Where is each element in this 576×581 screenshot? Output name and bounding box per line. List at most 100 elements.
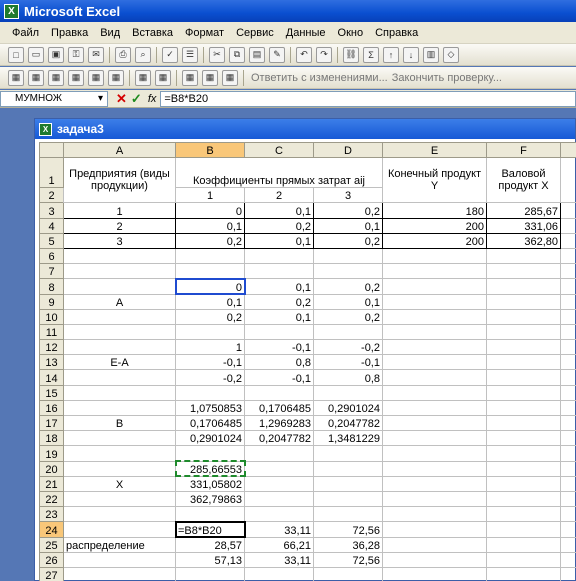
cell[interactable]: 0,2901024 — [313, 399, 383, 417]
cell[interactable] — [486, 430, 561, 447]
cell[interactable] — [63, 278, 176, 295]
insert-function-icon[interactable]: fx — [148, 93, 157, 105]
hyperlink-icon[interactable]: ⛓ — [343, 46, 359, 63]
select-all-corner[interactable] — [39, 141, 64, 159]
cell[interactable]: 57,13 — [175, 551, 245, 568]
cell[interactable]: 0,2 — [313, 308, 383, 325]
cell[interactable] — [63, 263, 176, 280]
cell[interactable]: 0,1 — [313, 217, 383, 234]
cell[interactable] — [63, 369, 176, 386]
cell[interactable] — [560, 490, 576, 508]
cell[interactable] — [175, 384, 245, 401]
review-icon[interactable]: ▦ — [48, 69, 64, 86]
row-header[interactable]: 16 — [39, 399, 64, 417]
email-icon[interactable]: ✉ — [88, 46, 104, 63]
cell[interactable]: 0,2047782 — [313, 414, 383, 432]
cell[interactable] — [63, 506, 176, 523]
cell[interactable]: 1 — [175, 339, 245, 356]
cell[interactable] — [244, 506, 314, 523]
cell[interactable] — [382, 551, 487, 568]
cell[interactable] — [560, 430, 576, 447]
cell[interactable] — [382, 263, 487, 280]
cell[interactable] — [63, 247, 176, 265]
row-header[interactable]: 23 — [39, 506, 64, 523]
cell[interactable] — [382, 475, 487, 492]
cell[interactable] — [486, 445, 561, 462]
cell[interactable] — [560, 536, 576, 553]
cell[interactable] — [560, 339, 576, 356]
cell[interactable]: 0,1706485 — [244, 399, 314, 417]
menu-item[interactable]: Формат — [179, 27, 230, 39]
cell[interactable]: 1 — [63, 202, 176, 219]
end-review-button[interactable]: Закончить проверку... — [392, 72, 502, 84]
cell[interactable] — [486, 384, 561, 401]
row-header[interactable]: 9 — [39, 293, 64, 310]
cell[interactable]: 0,1 — [244, 202, 314, 219]
cell[interactable] — [313, 263, 383, 280]
cell[interactable]: 285,67 — [486, 202, 561, 219]
cell[interactable]: 200 — [382, 217, 487, 234]
cell[interactable]: 33,11 — [244, 551, 314, 568]
autosum-icon[interactable]: Σ — [363, 46, 379, 63]
print-preview-icon[interactable]: ⌕ — [135, 46, 151, 63]
cell[interactable] — [313, 506, 383, 523]
cell[interactable] — [382, 399, 487, 417]
cell[interactable] — [63, 339, 176, 356]
menu-item[interactable]: Данные — [280, 27, 332, 39]
cell[interactable]: =B8*B20 — [174, 520, 246, 539]
row-header[interactable]: 7 — [39, 263, 64, 280]
copy-icon[interactable]: ⧉ — [229, 46, 245, 63]
cell[interactable] — [382, 293, 487, 310]
cell[interactable]: Конечный продукт Y — [382, 157, 487, 204]
open-icon[interactable]: ▭ — [28, 46, 44, 63]
cell[interactable] — [486, 414, 561, 432]
cell[interactable]: 2 — [63, 217, 176, 234]
cell[interactable] — [175, 247, 245, 265]
cell[interactable]: 28,57 — [175, 536, 245, 553]
cell[interactable] — [486, 536, 561, 553]
column-header[interactable] — [560, 141, 576, 159]
row-header[interactable]: 27 — [39, 566, 64, 581]
cell[interactable]: 3 — [63, 232, 176, 249]
cell[interactable]: 0,2901024 — [175, 430, 245, 447]
cell[interactable]: -0,1 — [313, 354, 383, 371]
paste-icon[interactable]: ▤ — [249, 46, 265, 63]
cell[interactable]: 285,66553 — [174, 460, 246, 478]
cell[interactable]: 33,11 — [244, 521, 314, 538]
review-icon[interactable]: ▦ — [182, 69, 198, 86]
cell[interactable]: 36,28 — [313, 536, 383, 553]
cell[interactable] — [382, 384, 487, 401]
cell[interactable]: 1,0750853 — [175, 399, 245, 417]
menu-item[interactable]: Сервис — [230, 27, 280, 39]
cell[interactable] — [560, 293, 576, 310]
cell[interactable] — [560, 521, 576, 538]
review-icon[interactable]: ▦ — [155, 69, 171, 86]
cell[interactable] — [560, 460, 576, 477]
cell[interactable] — [63, 566, 176, 581]
cell[interactable] — [486, 506, 561, 523]
menu-item[interactable]: Вставка — [126, 27, 179, 39]
cell[interactable] — [560, 323, 576, 341]
cell[interactable] — [244, 323, 314, 341]
cell[interactable]: Валовой продукт X — [486, 157, 561, 204]
cell[interactable]: 0,8 — [244, 354, 314, 371]
cell[interactable]: Коэффициенты прямых затрат aij — [175, 157, 383, 189]
cell[interactable]: 0,2047782 — [244, 430, 314, 447]
undo-icon[interactable]: ↶ — [296, 46, 312, 63]
cell[interactable] — [382, 536, 487, 553]
review-icon[interactable]: ▦ — [8, 69, 24, 86]
cell[interactable] — [486, 521, 561, 538]
cell[interactable] — [486, 339, 561, 356]
cell[interactable]: 0,2 — [313, 278, 383, 295]
row-header[interactable]: 26 — [39, 551, 64, 568]
cell[interactable] — [486, 566, 561, 581]
cell[interactable] — [486, 263, 561, 280]
cell[interactable]: 0 — [174, 277, 246, 296]
cell[interactable] — [175, 263, 245, 280]
format-painter-icon[interactable]: ✎ — [269, 46, 285, 63]
cell[interactable]: 0,2 — [175, 308, 245, 325]
menu-item[interactable]: Справка — [369, 27, 424, 39]
redo-icon[interactable]: ↷ — [316, 46, 332, 63]
cell[interactable] — [486, 278, 561, 295]
cell[interactable]: -0,2 — [175, 369, 245, 386]
